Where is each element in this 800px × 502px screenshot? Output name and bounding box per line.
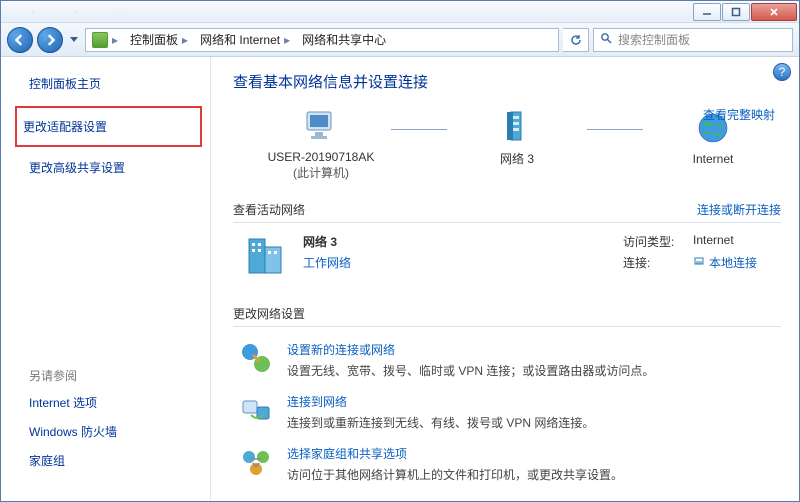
search-icon	[600, 32, 612, 47]
active-networks-header: 查看活动网络 连接或断开连接	[233, 201, 781, 223]
connection-link[interactable]: 本地连接	[693, 254, 757, 271]
settings-item-connect-network[interactable]: 连接到网络 连接到或重新连接到无线、有线、拨号或 VPN 网络连接。	[239, 393, 781, 431]
connect-disconnect-link[interactable]: 连接或断开连接	[697, 201, 781, 218]
active-network-name: 网络 3	[303, 233, 351, 250]
sidebar-link-advanced-sharing[interactable]: 更改高级共享设置	[29, 159, 196, 176]
new-connection-icon	[239, 341, 273, 375]
access-type-value: Internet	[693, 233, 734, 250]
settings-item-new-connection[interactable]: 设置新的连接或网络 设置无线、宽带、拨号、临时或 VPN 连接；或设置路由器或访…	[239, 341, 781, 379]
sidebar-link-adapter-settings[interactable]: 更改适配器设置	[15, 106, 202, 147]
window-titlebar: ···	[1, 1, 799, 23]
map-node-network[interactable]: 网络 3	[457, 106, 577, 181]
map-connector	[587, 129, 643, 130]
main-panel: ? 查看基本网络信息并设置连接 查看完整映射 USER-20190718AK (…	[211, 57, 799, 501]
see-also-internet-options[interactable]: Internet 选项	[29, 394, 196, 411]
refresh-button[interactable]	[563, 28, 589, 52]
crumb-network-internet[interactable]: 网络和 Internet▸	[194, 29, 296, 51]
see-also-label: 另请参阅	[29, 367, 196, 384]
settings-item-homegroup-sharing[interactable]: 选择家庭组和共享选项 访问位于其他网络计算机上的文件和打印机，或更改共享设置。	[239, 445, 781, 483]
computer-icon	[301, 106, 341, 146]
crumb-control-panel[interactable]: 控制面板▸	[124, 29, 194, 51]
search-placeholder: 搜索控制面板	[618, 31, 690, 48]
sidebar: 控制面板主页 更改适配器设置 更改高级共享设置 另请参阅 Internet 选项…	[1, 57, 211, 501]
nav-forward-button[interactable]	[37, 27, 63, 53]
view-full-map-link[interactable]: 查看完整映射	[703, 106, 775, 123]
maximize-button[interactable]	[722, 3, 750, 21]
minimize-button[interactable]	[693, 3, 721, 21]
see-also-homegroup[interactable]: 家庭组	[29, 452, 196, 469]
access-type-label: 访问类型:	[623, 233, 683, 250]
crumb-network-sharing-center[interactable]: 网络和共享中心	[296, 29, 392, 51]
breadcrumb[interactable]: ▸ 控制面板▸ 网络和 Internet▸ 网络和共享中心	[85, 28, 559, 52]
connect-network-icon	[239, 393, 273, 427]
see-also-windows-firewall[interactable]: Windows 防火墙	[29, 423, 196, 440]
nav-history-dropdown[interactable]	[67, 37, 81, 43]
network-tower-icon	[497, 106, 537, 146]
search-input[interactable]: 搜索控制面板	[593, 28, 793, 52]
map-connector	[391, 129, 447, 130]
close-button[interactable]	[751, 3, 797, 21]
connection-label: 连接:	[623, 254, 683, 271]
map-node-this-pc[interactable]: USER-20190718AK (此计算机)	[261, 106, 381, 181]
sidebar-home-link[interactable]: 控制面板主页	[29, 75, 196, 92]
browser-tabs-ghost: ···	[1, 6, 693, 18]
address-bar: ▸ 控制面板▸ 网络和 Internet▸ 网络和共享中心 搜索控制面板	[1, 23, 799, 57]
active-network-type-link[interactable]: 工作网络	[303, 254, 351, 271]
network-map: 查看完整映射 USER-20190718AK (此计算机) 网络 3	[233, 106, 781, 181]
help-icon[interactable]: ?	[773, 63, 791, 81]
homegroup-icon	[239, 445, 273, 479]
work-network-icon	[243, 233, 289, 279]
control-panel-icon	[92, 32, 108, 48]
change-settings-header: 更改网络设置	[233, 305, 781, 327]
nav-back-button[interactable]	[7, 27, 33, 53]
ethernet-icon	[693, 255, 705, 270]
page-heading: 查看基本网络信息并设置连接	[233, 71, 781, 92]
